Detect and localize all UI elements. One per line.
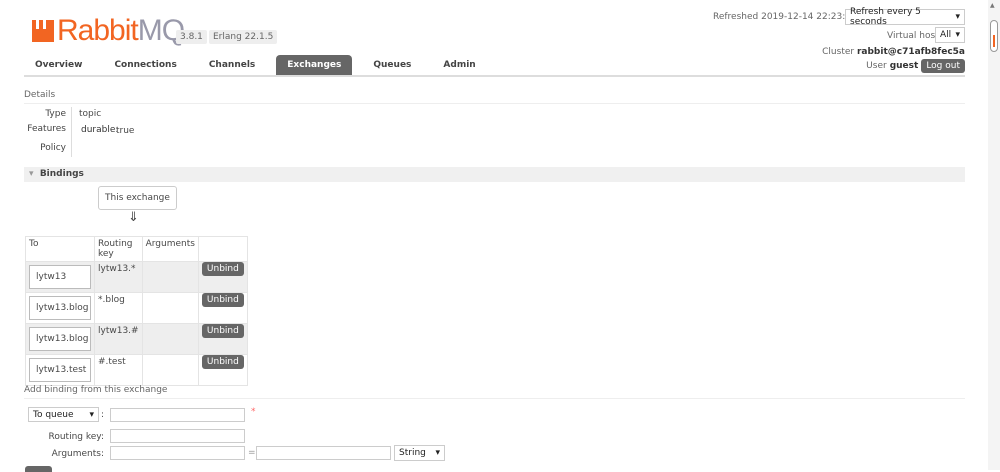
destination-type-select[interactable]: To queue ▾ (28, 407, 99, 422)
logout-button[interactable]: Log out (921, 59, 965, 73)
queue-link[interactable]: lytw13 (29, 265, 91, 289)
equals-sign: = (248, 448, 256, 458)
feature-key: durable: (81, 125, 119, 135)
tab-admin[interactable]: Admin (432, 55, 486, 75)
col-routing-key: Routing key (94, 236, 143, 262)
unbind-button[interactable]: Unbind (201, 262, 244, 276)
unbind-button[interactable]: Unbind (201, 355, 244, 369)
dropdown-arrow-icon: ▾ (955, 30, 960, 40)
nav-divider (24, 75, 965, 77)
dropdown-arrow-icon: ▾ (435, 448, 440, 458)
arguments-label: Arguments: (51, 449, 104, 459)
type-label: Type (45, 109, 66, 119)
vhost-select[interactable]: All ▾ (935, 27, 965, 43)
unbind-button[interactable]: Unbind (201, 293, 244, 307)
bind-button[interactable] (25, 466, 52, 472)
routing-key-input[interactable] (110, 429, 245, 443)
feature-value: true (116, 126, 135, 136)
table-row: lytw13.test #.test Unbind (25, 354, 248, 386)
cluster-value: rabbit@c71afb8fec5a (856, 47, 965, 57)
scroll-up-icon[interactable]: ▲ (990, 2, 995, 9)
user-value: guest (889, 61, 919, 71)
type-value: topic (79, 109, 102, 119)
unbind-button[interactable]: Unbind (201, 324, 244, 338)
add-binding-heading: Add binding from this exchange (24, 385, 965, 399)
queue-link[interactable]: lytw13.blog (29, 327, 91, 351)
argument-type-select[interactable]: String ▾ (394, 445, 445, 461)
tab-overview[interactable]: Overview (24, 55, 93, 75)
tab-queues[interactable]: Queues (362, 55, 422, 75)
queue-link[interactable]: lytw13.test (29, 358, 91, 382)
col-to: To (25, 236, 95, 262)
details-heading: Details (24, 90, 965, 104)
col-arguments: Arguments (141, 236, 199, 262)
refresh-select[interactable]: Refresh every 5 seconds ▾ (845, 7, 965, 27)
bindings-header[interactable]: ▾ Bindings (24, 167, 965, 182)
bindings-title: Bindings (39, 169, 84, 179)
down-arrow-icon: ⇓ (128, 210, 139, 225)
argument-type-value: String (399, 448, 426, 458)
rabbitmq-logo: Rabbit MQ (32, 14, 185, 48)
scrollbar-thumb[interactable] (990, 20, 998, 52)
cluster-info: Cluster rabbit@c71afb8fec5a (822, 47, 965, 57)
refreshed-text: Refreshed 2019-12-14 22:23:06 (713, 12, 857, 22)
routing-key: lytw13.* (94, 261, 143, 293)
scrollbar[interactable]: ▲ (988, 0, 1000, 470)
argument-key-input[interactable] (110, 446, 245, 460)
tab-connections[interactable]: Connections (103, 55, 187, 75)
routing-key-label: Routing key: (48, 432, 105, 442)
destination-type-value: To queue (33, 409, 74, 420)
col-actions (197, 236, 248, 262)
vhost-label: Virtual host (887, 31, 939, 41)
details-divider (71, 107, 72, 157)
routing-key: #.test (94, 354, 143, 386)
bindings-table: To Routing key Arguments lytw13 lytw13.* Unb… (25, 236, 248, 386)
features-label: Features (27, 124, 66, 134)
argument-value-input[interactable] (256, 446, 391, 460)
refresh-select-value: Refresh every 5 seconds (850, 7, 921, 27)
dropdown-arrow-icon: ▾ (89, 409, 94, 420)
brand-text: Rabbit (57, 14, 139, 47)
table-row: lytw13.blog lytw13.# Unbind (25, 323, 248, 355)
queue-link[interactable]: lytw13.blog (29, 296, 91, 320)
erlang-badge: Erlang 22.1.5 (209, 30, 278, 44)
tab-exchanges[interactable]: Exchanges (276, 55, 353, 75)
table-row: lytw13 lytw13.* Unbind (25, 261, 248, 293)
collapse-triangle-icon: ▾ (29, 169, 34, 179)
vhost-select-value: All (940, 30, 952, 40)
policy-label: Policy (40, 143, 66, 153)
nav-tabs: Overview Connections Channels Exchanges … (24, 55, 497, 75)
rabbit-logo-icon (32, 20, 54, 42)
destination-input[interactable] (110, 408, 245, 422)
tab-channels[interactable]: Channels (198, 55, 266, 75)
user-info: User guest Log out (866, 59, 965, 73)
dropdown-arrow-icon: ▾ (955, 12, 960, 22)
user-label: User (866, 61, 887, 71)
table-row: lytw13.blog *.blog Unbind (25, 292, 248, 324)
source-exchange-box: This exchange (98, 186, 177, 210)
cluster-label: Cluster (822, 47, 855, 57)
routing-key: lytw13.# (94, 323, 143, 355)
required-marker: * (251, 407, 256, 417)
routing-key: *.blog (94, 292, 143, 324)
version-badge: 3.8.1 (176, 30, 207, 44)
